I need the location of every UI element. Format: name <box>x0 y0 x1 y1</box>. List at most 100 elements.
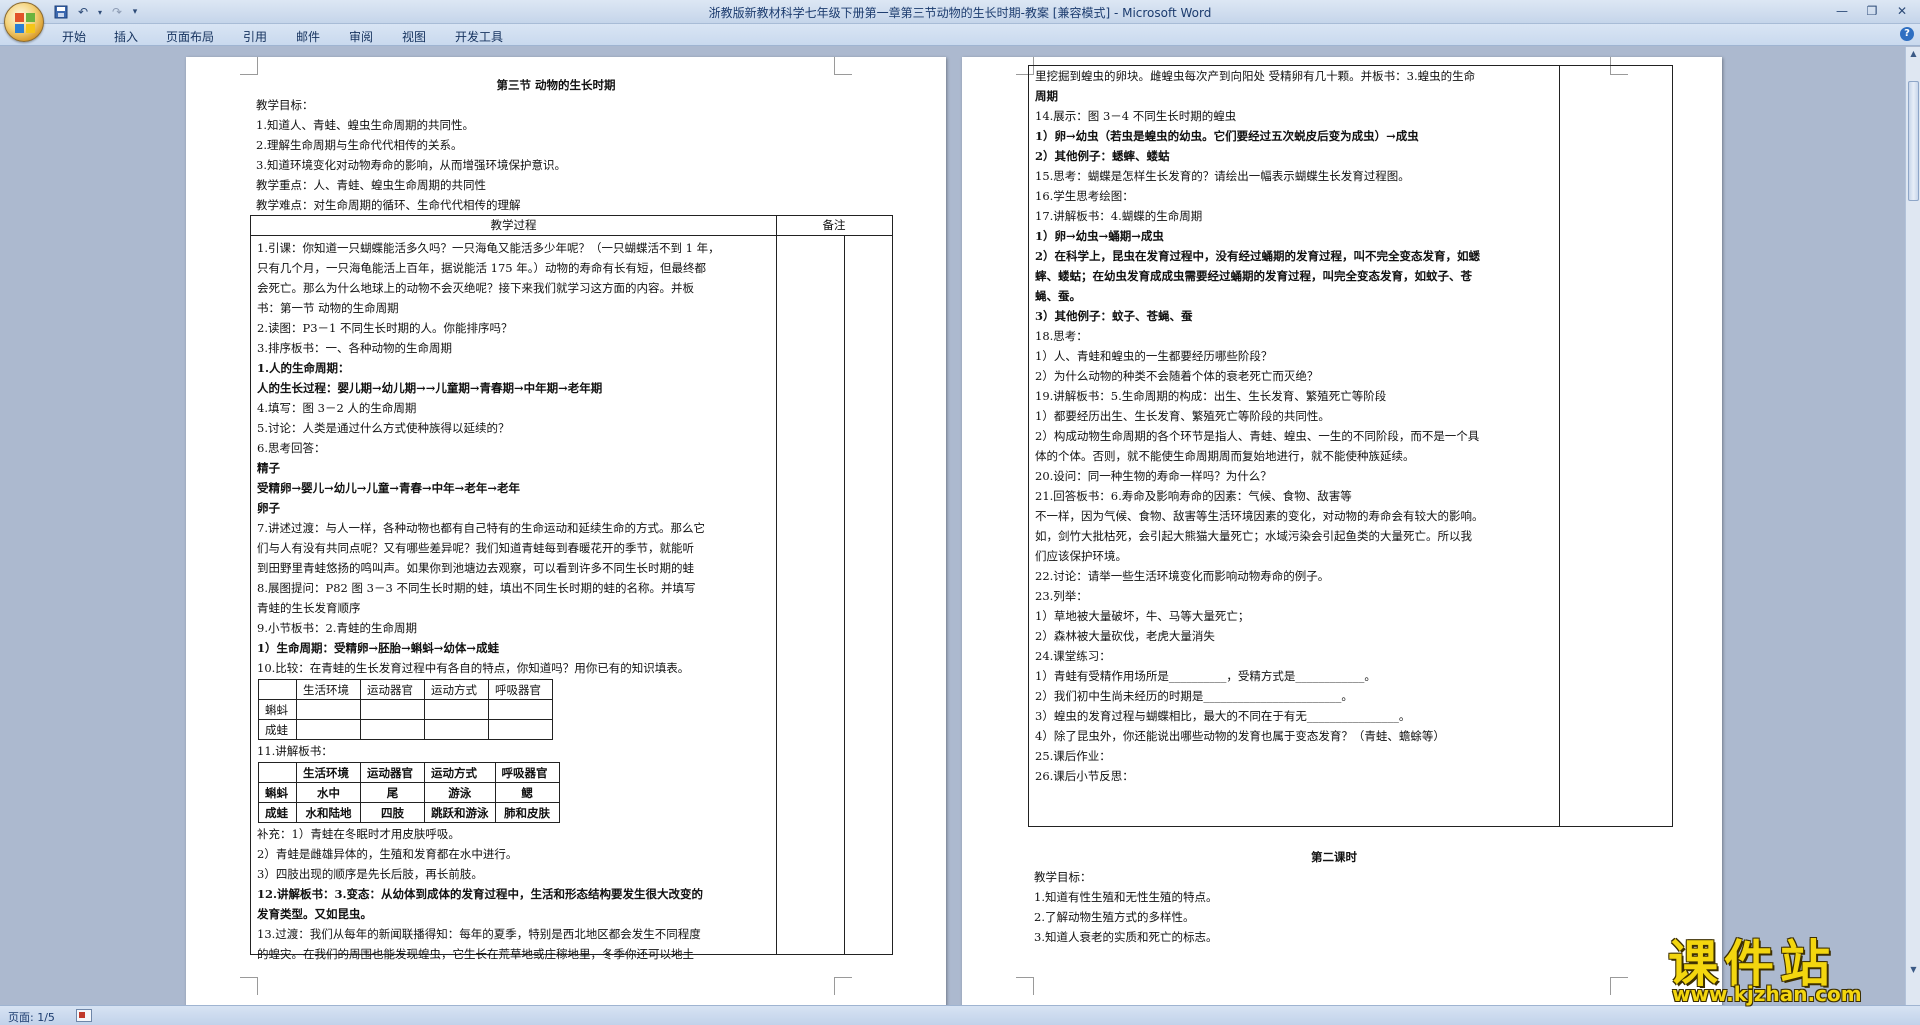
text-line: 1）都要经历出生、生长发育、繁殖死亡等阶段的共同性。 <box>1035 409 1330 423</box>
lesson-process-table-cont: 里挖掘到蝗虫的卵块。雌蝗虫每次产到向阳处 受精卵有几十颗。并板书：3.蝗虫的生命… <box>1028 65 1673 827</box>
tab-mailings[interactable]: 邮件 <box>296 28 320 45</box>
text-line: 书：第一节 动物的生命周期 <box>257 301 399 315</box>
text-line: 3）其他例子：蚊子、苍蝇、蚕 <box>1035 309 1193 323</box>
text-line: 20.设问：同一种生物的寿命一样吗？为什么？ <box>1035 469 1272 483</box>
tab-review[interactable]: 审阅 <box>349 28 373 45</box>
watermark-url: www.kjzhan.com <box>1672 982 1862 1006</box>
table-cell <box>296 719 361 740</box>
process-cell[interactable]: 1.引课：你知道一只蝴蝶能活多久吗？一只海龟又能活多少年呢？（一只蝴蝶活不到 1… <box>257 238 772 964</box>
lesson-title: 第三节 动物的生长时期 <box>496 78 616 92</box>
process-header: 教学过程 <box>490 218 537 232</box>
crop-mark <box>240 977 258 995</box>
tab-developer[interactable]: 开发工具 <box>455 28 503 45</box>
restore-icon[interactable]: ❐ <box>1860 2 1884 20</box>
table-cell: 蝌蚪 <box>258 782 297 803</box>
help-icon[interactable]: ? <box>1900 27 1914 41</box>
page-count[interactable]: 页面: 1/5 <box>8 1009 55 1025</box>
office-button[interactable] <box>4 2 44 42</box>
text-line: 教学目标： <box>256 98 314 112</box>
table-header-row: 教学过程 备注 <box>251 216 892 236</box>
table-header-cell: 运动方式 <box>424 762 496 783</box>
table-cell <box>488 719 553 740</box>
tab-home[interactable]: 开始 <box>62 28 86 45</box>
text-line: 2）森林被大量砍伐，老虎大量消失 <box>1035 629 1215 643</box>
text-line: 精子 <box>257 461 280 475</box>
text-line: 教学难点：对生命周期的循环、生命代代相传的理解 <box>256 198 521 212</box>
text-line: 4.填写：图 3－2 人的生命周期 <box>257 401 417 415</box>
crop-mark <box>1610 977 1628 995</box>
text-line: 1.引课：你知道一只蝴蝶能活多久吗？一只海龟又能活多少年呢？（一只蝴蝶活不到 1… <box>257 241 720 255</box>
table-cell: 尾 <box>360 782 425 803</box>
text-line: 1）青蛙有受精作用场所是__________，受精方式是____________… <box>1035 669 1376 683</box>
text-line: 24.课堂练习： <box>1035 649 1111 663</box>
text-line: 发育类型。又如昆虫。 <box>257 907 372 921</box>
text-line: 如，剑竹大批枯死，会引起大熊猫大量死亡；水域污染会引起鱼类的大量死亡。所以我 <box>1035 529 1472 543</box>
table-header-row: 生活环境 运动器官 运动方式 呼吸器官 <box>258 762 560 783</box>
text-line: 19.讲解板书：5.生命周期的构成：出生、生长发育、繁殖死亡等阶段 <box>1035 389 1387 403</box>
scroll-up-icon[interactable]: ▲ <box>1906 47 1920 61</box>
minimize-icon[interactable]: — <box>1830 2 1854 20</box>
ribbon-tab-bar: 开始 插入 页面布局 引用 邮件 审阅 视图 开发工具 ? <box>0 24 1920 46</box>
text-line: 16.学生思考绘图： <box>1035 189 1134 203</box>
text-line: 2）为什么动物的种类不会随着个体的衰老死亡而灭绝？ <box>1035 369 1319 383</box>
tab-references[interactable]: 引用 <box>243 28 267 45</box>
table-cell <box>424 699 489 720</box>
crop-mark <box>1016 977 1034 995</box>
lesson-process-table: 教学过程 备注 1.引课：你知道一只蝴蝶能活多久吗？一只海龟又能活多少年呢？（一… <box>250 215 893 961</box>
tab-page-layout[interactable]: 页面布局 <box>166 28 214 45</box>
text-line: 4）除了昆虫外，你还能说出哪些动物的发育也属于变态发育？（青蛙、蟾蜍等） <box>1035 729 1445 743</box>
close-icon[interactable]: ✕ <box>1890 2 1914 20</box>
text-line: 1.知道有性生殖和无性生殖的特点。 <box>1034 890 1218 904</box>
text-line: 受精卵→婴儿→幼儿→儿童→青春→中年→老年→老年 <box>257 481 520 495</box>
table-row: 成蛙 水和陆地 四肢 跳跃和游泳 肺和皮肤 <box>258 802 560 823</box>
table-cell <box>360 699 425 720</box>
text-line: 25.课后作业： <box>1035 749 1111 763</box>
macro-record-icon[interactable] <box>76 1009 92 1022</box>
table-cell: 蝌蚪 <box>258 699 297 720</box>
compare-table: 生活环境 运动器官 运动方式 呼吸器官 蝌蚪 成蛙 <box>258 679 553 740</box>
document-page-2: 里挖掘到蝗虫的卵块。雌蝗虫每次产到向阳处 受精卵有几十颗。并板书：3.蝗虫的生命… <box>962 57 1722 1005</box>
text-line: 们应该保护环境。 <box>1035 549 1127 563</box>
table-row: 成蛙 <box>258 719 553 740</box>
table-cell <box>488 699 553 720</box>
text-line: 2.读图：P3－1 不同生长时期的人。你能排序吗？ <box>257 321 513 335</box>
process-cell-cont[interactable]: 里挖掘到蝗虫的卵块。雌蝗虫每次产到向阳处 受精卵有几十颗。并板书：3.蝗虫的生命… <box>1035 66 1555 786</box>
table-header-cell: 运动器官 <box>360 679 425 700</box>
text-line: 会死亡。那么为什么地球上的动物不会灭绝呢？接下来我们就学习这方面的内容。并板 <box>257 281 694 295</box>
crop-mark <box>834 57 852 75</box>
text-line: 1.人的生命周期： <box>257 361 350 375</box>
table-header-cell <box>258 679 297 700</box>
text-line: 1.知道人、青蛙、蝗虫生命周期的共同性。 <box>256 118 474 132</box>
table-cell: 成蛙 <box>258 719 297 740</box>
scroll-down-icon[interactable]: ▼ <box>1906 963 1920 977</box>
text-line: 2）我们初中生尚未经历的时期是________________________。 <box>1035 689 1353 703</box>
tab-view[interactable]: 视图 <box>402 28 426 45</box>
text-line: 13.过渡：我们从每年的新闻联播得知：每年的夏季，特别是西北地区都会发生不同程度 <box>257 927 701 941</box>
text-line: 5.讨论：人类是通过什么方式使种族得以延续的？ <box>257 421 510 435</box>
window-title: 浙教版新教材科学七年级下册第一章第三节动物的生长时期-教案 [兼容模式] - M… <box>708 6 1212 20</box>
page-2-body[interactable]: 第二课时 教学目标： 1.知道有性生殖和无性生殖的特点。 2.了解动物生殖方式的多样… <box>1034 847 1634 947</box>
table-header-row: 生活环境 运动器官 运动方式 呼吸器官 <box>258 679 553 700</box>
text-line: 1）草地被大量破坏，牛、马等大量死亡； <box>1035 609 1250 623</box>
text-line: 人的生长过程：婴儿期→幼儿期→→儿童期→青春期→中年期→老年期 <box>257 381 603 395</box>
vertical-scrollbar[interactable]: ▲ ▼ <box>1905 47 1920 1005</box>
scrollbar-thumb[interactable] <box>1908 81 1919 201</box>
table-header-cell: 运动方式 <box>424 679 489 700</box>
text-line: 3.知道环境变化对动物寿命的影响，从而增强环境保护意识。 <box>256 158 566 172</box>
page-1-body[interactable]: 第三节 动物的生长时期 教学目标： 1.知道人、青蛙、蝗虫生命周期的共同性。 2.理… <box>256 75 856 215</box>
document-page-1: 第三节 动物的生长时期 教学目标： 1.知道人、青蛙、蝗虫生命周期的共同性。 2.理… <box>186 57 946 1005</box>
text-line: 2.理解生命周期与生命代代相传的关系。 <box>256 138 463 152</box>
text-line: 21.回答板书：6.寿命及影响寿命的因素：气候、食物、敌害等 <box>1035 489 1352 503</box>
text-line: 2）其他例子：蟋蟀、蝼蛄 <box>1035 149 1170 163</box>
text-line: 8.展图提问：P82 图 3－3 不同生长时期的蛙，填出不同生长时期的蛙的名称。… <box>257 581 696 595</box>
text-line: 不一样，因为气候、食物、敌害等生活环境因素的变化，对动物的寿命会有较大的影响。 <box>1035 509 1484 523</box>
text-line: 们与人有没有共同点呢？又有哪些差异呢？我们知道青蛙每到春暖花开的季节，就能听 <box>257 541 694 555</box>
text-line: 26.课后小节反思： <box>1035 769 1134 783</box>
tab-insert[interactable]: 插入 <box>114 28 138 45</box>
title-bar: ↶ ▾ ↷ ▾ 浙教版新教材科学七年级下册第一章第三节动物的生长时期-教案 [兼… <box>0 0 1920 42</box>
text-line: 22.讨论：请举一些生活环境变化而影响动物寿命的例子。 <box>1035 569 1330 583</box>
text-line: 23.列举： <box>1035 589 1088 603</box>
table-cell: 跳跃和游泳 <box>424 802 496 823</box>
text-line: 3）蝗虫的发育过程与蝴蝶相比，最大的不同在于有无________________… <box>1035 709 1411 723</box>
text-line: 里挖掘到蝗虫的卵块。雌蝗虫每次产到向阳处 受精卵有几十颗。并板书：3.蝗虫的生命 <box>1035 69 1476 83</box>
